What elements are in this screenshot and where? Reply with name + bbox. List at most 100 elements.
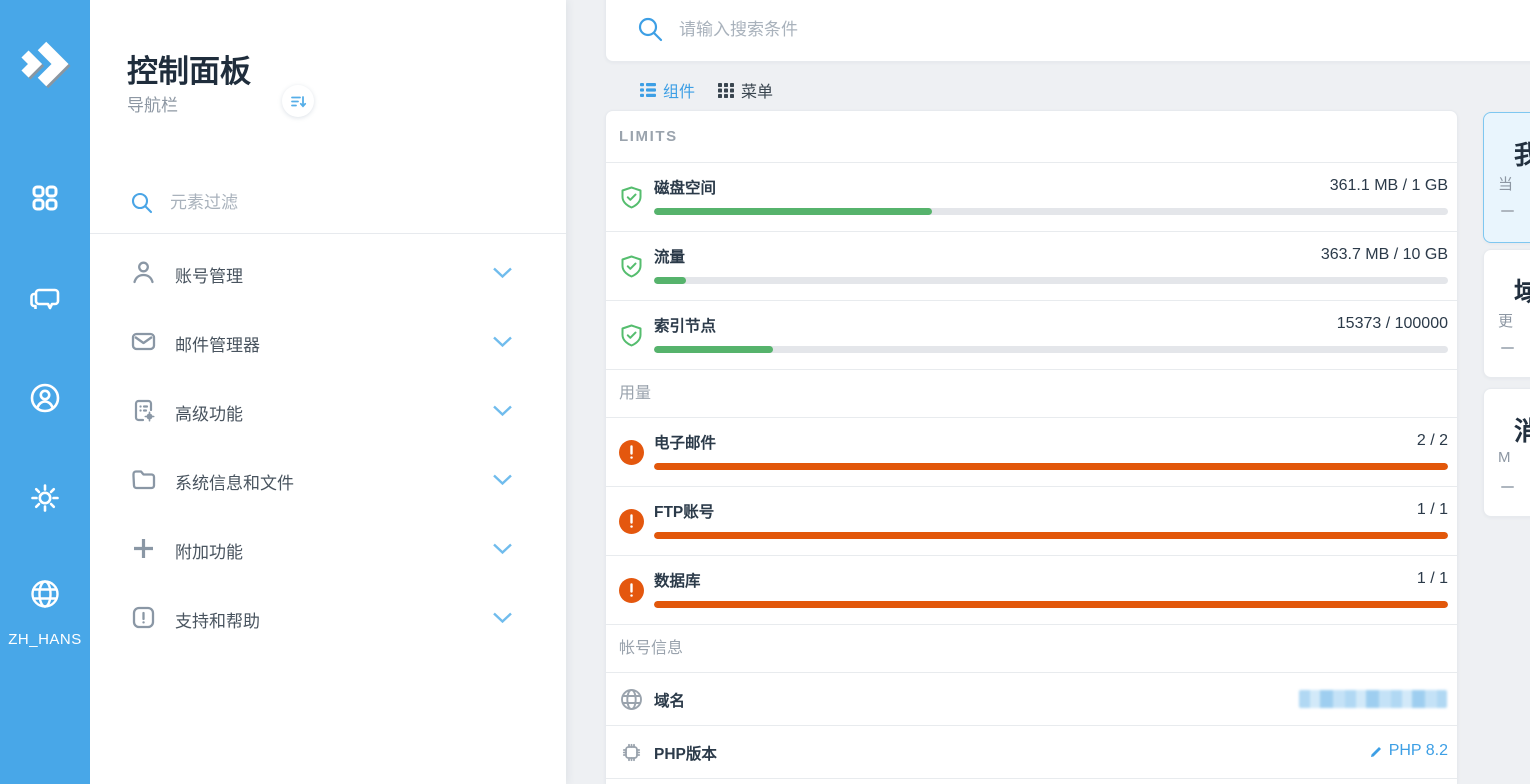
chevron-down-icon [492,611,513,624]
exclamation-circle-icon [619,578,644,603]
php-version-text: PHP 8.2 [1389,742,1448,760]
app-logo-double-chevron-icon[interactable] [16,32,74,90]
side-card-messages[interactable]: 消 M [1483,388,1530,517]
progress-bar [654,208,1448,215]
menu-item-support-help[interactable]: 支持和帮助 [90,583,566,652]
page-title: 控制面板 [127,46,251,91]
usage-section-header: 用量 [606,370,1457,418]
grid-icon [718,82,734,98]
user-icon [130,259,157,286]
usage-value: 1 / 1 [1417,570,1448,588]
navigation-panel: 控制面板 导航栏 账号管理 [90,0,566,784]
mail-icon [130,328,157,355]
limit-value: 15373 / 100000 [1337,315,1448,333]
view-tabs: 组件 菜单 [640,78,773,102]
side-card-my-sites[interactable]: 我 当 [1483,112,1530,243]
menu-item-label: 高级功能 [175,400,243,425]
tab-menu[interactable]: 菜单 [718,78,773,102]
progress-bar [654,601,1448,608]
folder-icon [130,466,157,493]
sort-button[interactable] [282,85,314,117]
chevron-down-icon [492,266,513,279]
side-card-subtitle: M [1498,449,1511,466]
account-row-domain: 域名 [606,673,1457,726]
account-section-header: 帐号信息 [606,625,1457,673]
limits-header: LIMITS [606,111,1457,163]
nav-subtitle: 导航栏 [127,91,178,116]
tab-label: 组件 [663,78,695,102]
document-gear-icon [130,397,157,424]
side-card-title: 消 [1514,411,1530,448]
shield-check-icon [619,254,644,279]
account-label: 域名 [654,689,685,711]
usage-row-database: 数据库 1 / 1 [606,556,1457,625]
tab-components[interactable]: 组件 [640,78,695,102]
chevron-down-icon [492,542,513,555]
plus-icon [130,535,157,562]
divider [90,233,566,234]
menu-item-label: 附加功能 [175,538,243,563]
shield-check-icon [619,323,644,348]
menu-item-addons[interactable]: 附加功能 [90,514,566,583]
exclamation-circle-icon [619,440,644,465]
side-card-title: 我 [1514,135,1530,172]
progress-bar [654,277,1448,284]
limit-row-inodes: 索引节点 15373 / 100000 [606,301,1457,370]
apps-grid-icon[interactable] [29,182,61,214]
search-icon [130,191,154,215]
exclamation-circle-icon [619,509,644,534]
limit-row-traffic: 流量 363.7 MB / 10 GB [606,232,1457,301]
tab-label: 菜单 [741,78,773,102]
progress-bar [654,463,1448,470]
alert-square-icon [130,604,157,631]
limit-label: 索引节点 [654,314,716,336]
account-label: PHP版本 [654,742,717,764]
globe-icon[interactable] [29,578,61,610]
menu-item-label: 系统信息和文件 [175,469,294,494]
chip-icon [620,741,643,764]
icon-rail: ZH_HANS [0,0,90,784]
usage-value: 1 / 1 [1417,501,1448,519]
list-icon [640,82,656,98]
shield-check-icon [619,185,644,210]
language-label[interactable]: ZH_HANS [0,631,90,648]
menu-item-label: 账号管理 [175,262,243,287]
limit-value: 363.7 MB / 10 GB [1321,246,1448,264]
settings-gear-icon[interactable] [29,482,61,514]
element-filter-input[interactable] [170,189,470,217]
usage-row-ftp: FTP账号 1 / 1 [606,487,1457,556]
limit-value: 361.1 MB / 1 GB [1330,177,1448,195]
side-card-dash [1501,210,1514,212]
account-row-php-version: PHP版本 PHP 8.2 [606,726,1457,779]
pencil-icon [1370,745,1383,758]
progress-bar [654,346,1448,353]
menu-item-mail-manager[interactable]: 邮件管理器 [90,307,566,376]
menu-item-label: 支持和帮助 [175,607,260,632]
menu-item-system-info-files[interactable]: 系统信息和文件 [90,445,566,514]
usage-label: 数据库 [654,569,701,591]
side-card-dash [1501,486,1514,488]
php-version-value[interactable]: PHP 8.2 [1370,742,1448,760]
sort-descending-icon [290,93,307,110]
side-card-title: 域 [1514,272,1530,309]
progress-bar [654,532,1448,539]
side-card-subtitle: 当 [1498,173,1513,194]
main-search-input[interactable] [679,15,1439,45]
menu-item-account-management[interactable]: 账号管理 [90,238,566,307]
usage-label: 电子邮件 [654,431,716,453]
usage-row-email: 电子邮件 2 / 2 [606,418,1457,487]
account-icon[interactable] [29,382,61,414]
limit-label: 流量 [654,245,685,267]
globe-icon [620,688,643,711]
side-card-subtitle: 更 [1498,310,1513,331]
search-icon [637,16,664,43]
chevron-down-icon [492,404,513,417]
chat-icon[interactable] [29,282,61,314]
side-card-domains[interactable]: 域 更 [1483,249,1530,378]
menu-item-advanced-features[interactable]: 高级功能 [90,376,566,445]
usage-label: FTP账号 [654,500,714,522]
search-bar [605,0,1530,62]
limit-row-disk: 磁盘空间 361.1 MB / 1 GB [606,163,1457,232]
chevron-down-icon [492,335,513,348]
limit-label: 磁盘空间 [654,176,716,198]
